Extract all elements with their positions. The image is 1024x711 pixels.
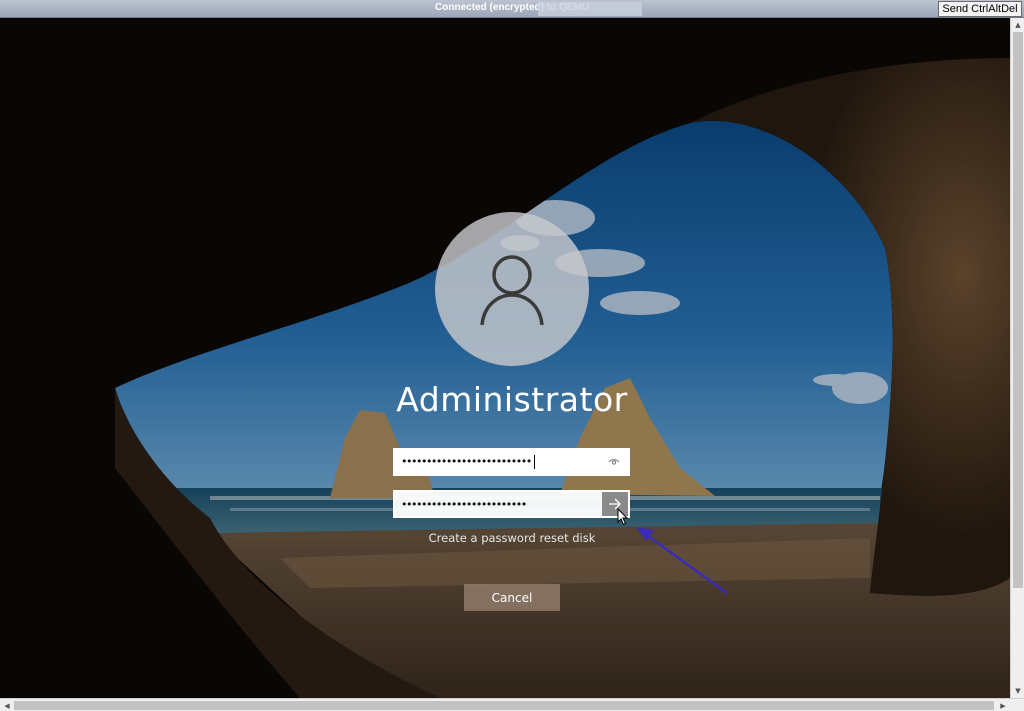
user-avatar (435, 212, 589, 366)
console-title-bar: Connected (encrypted) to QEMU Send CtrlA… (0, 0, 1024, 18)
scroll-down-icon[interactable]: ▼ (1011, 684, 1024, 698)
vertical-scroll-thumb[interactable] (1013, 32, 1023, 588)
create-password-reset-disk-link[interactable]: Create a password reset disk (0, 531, 1024, 545)
account-username: Administrator (396, 380, 628, 419)
redacted-host (538, 2, 642, 16)
scroll-up-icon[interactable]: ▲ (1011, 18, 1024, 32)
horizontal-scrollbar[interactable]: ◀ ▶ (0, 698, 1024, 711)
scroll-left-icon[interactable]: ◀ (0, 699, 14, 711)
mouse-cursor-icon (617, 508, 629, 526)
vertical-scrollbar[interactable]: ▲ ▼ (1010, 18, 1024, 698)
connection-status: Connected (encrypted) to QEMU (435, 2, 589, 13)
confirm-password-field[interactable]: ••••••••••••••••••••••••• (393, 490, 630, 518)
password-value: •••••••••••••••••••••••••• (395, 455, 600, 469)
confirm-password-value: ••••••••••••••••••••••••• (401, 497, 527, 511)
send-ctrl-alt-del-button[interactable]: Send CtrlAltDel (938, 1, 1022, 17)
horizontal-scroll-thumb[interactable] (14, 701, 994, 710)
password-field[interactable]: •••••••••••••••••••••••••• (393, 448, 630, 476)
cancel-button[interactable]: Cancel (464, 584, 560, 611)
eye-icon (608, 459, 620, 465)
scroll-right-icon[interactable]: ▶ (996, 699, 1010, 711)
reveal-password-button[interactable] (600, 450, 628, 474)
user-icon (480, 255, 544, 326)
